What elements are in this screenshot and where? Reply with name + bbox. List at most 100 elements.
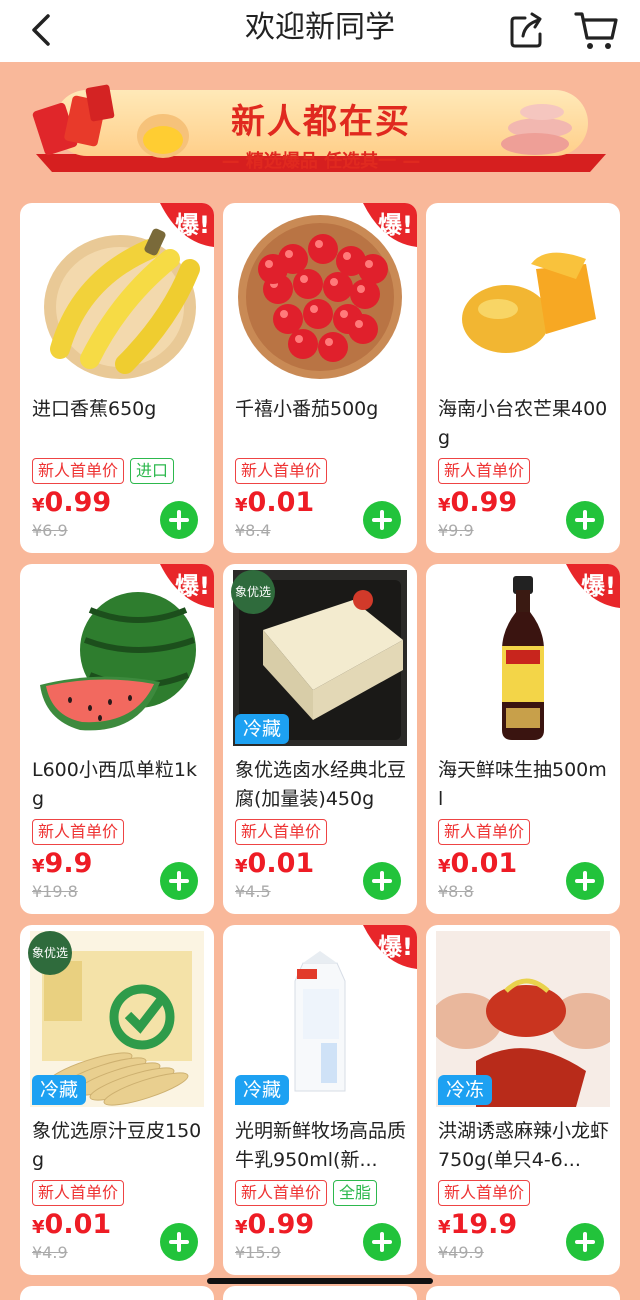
currency-symbol: ¥ bbox=[235, 495, 248, 516]
product-tags: 新人首单价 全脂 bbox=[235, 1180, 378, 1206]
price: ¥0.01 bbox=[438, 848, 517, 879]
currency-symbol: ¥ bbox=[438, 1217, 451, 1238]
product-tags: 新人首单价 bbox=[438, 458, 531, 484]
product-name[interactable]: L600小西瓜单粒1kg bbox=[32, 756, 206, 814]
product-card[interactable]: 爆! 冷藏 光明新鲜牧场高品质牛乳950ml(新... 新人首单价 全脂 ¥0.99 ¥15… bbox=[223, 925, 417, 1275]
new-user-price-tag: 新人首单价 bbox=[438, 458, 531, 484]
new-user-price-tag: 新人首单价 bbox=[235, 1180, 328, 1206]
new-user-price-tag: 新人首单价 bbox=[235, 819, 328, 845]
price-value: 0.99 bbox=[450, 487, 518, 518]
product-tags: 新人首单价 进口 bbox=[32, 458, 175, 484]
product-name[interactable]: 象优选原汁豆皮150g bbox=[32, 1117, 206, 1175]
price: ¥0.01 bbox=[235, 487, 314, 518]
product-card[interactable]: 爆! 千禧小番茄500g 新人首单价 ¥0.01 ¥8.4 bbox=[223, 203, 417, 553]
product-card[interactable]: 象优选冷藏象优选原汁豆皮150g 新人首单价 ¥0.01 ¥4.9 bbox=[20, 925, 214, 1275]
add-to-cart-button[interactable] bbox=[566, 1223, 604, 1261]
hot-badge: 爆! bbox=[150, 564, 214, 608]
new-user-price-tag: 新人首单价 bbox=[438, 1180, 531, 1206]
original-price: ¥6.9 bbox=[32, 521, 68, 540]
currency-symbol: ¥ bbox=[235, 1217, 248, 1238]
original-price: ¥9.9 bbox=[438, 521, 474, 540]
product-name[interactable]: 象优选卤水经典北豆腐(加量装)450g bbox=[235, 756, 409, 814]
hot-badge-label: 爆! bbox=[378, 933, 413, 961]
hot-badge-label: 爆! bbox=[175, 211, 210, 239]
product-tags: 新人首单价 bbox=[438, 1180, 531, 1206]
add-to-cart-button[interactable] bbox=[363, 862, 401, 900]
currency-symbol: ¥ bbox=[32, 856, 45, 877]
top-bar: 欢迎新同学 bbox=[0, 0, 640, 62]
original-price: ¥15.9 bbox=[235, 1243, 281, 1262]
product-name[interactable]: 洪湖诱惑麻辣小龙虾750g(单只4-6... bbox=[438, 1117, 612, 1175]
original-price: ¥4.5 bbox=[235, 882, 271, 901]
new-user-price-tag: 新人首单价 bbox=[32, 819, 125, 845]
next-row-card bbox=[426, 1286, 620, 1300]
attribute-tag: 全脂 bbox=[333, 1180, 378, 1206]
currency-symbol: ¥ bbox=[438, 495, 451, 516]
hot-badge: 爆! bbox=[353, 925, 417, 969]
add-to-cart-button[interactable] bbox=[566, 862, 604, 900]
new-user-price-tag: 新人首单价 bbox=[235, 458, 328, 484]
price: ¥9.9 bbox=[32, 848, 92, 879]
new-user-price-tag: 新人首单价 bbox=[32, 458, 125, 484]
currency-symbol: ¥ bbox=[438, 856, 451, 877]
product-card[interactable]: 冷冻洪湖诱惑麻辣小龙虾750g(单只4-6... 新人首单价 ¥19.9 ¥49.9 bbox=[426, 925, 620, 1275]
add-to-cart-button[interactable] bbox=[363, 501, 401, 539]
home-indicator bbox=[207, 1278, 433, 1284]
product-card[interactable]: 爆! L600小西瓜单粒1kg 新人首单价 ¥9.9 ¥19.8 bbox=[20, 564, 214, 914]
original-price: ¥19.8 bbox=[32, 882, 78, 901]
add-to-cart-button[interactable] bbox=[566, 501, 604, 539]
product-card[interactable]: 爆! 进口香蕉650g 新人首单价 进口 ¥0.99 ¥6.9 bbox=[20, 203, 214, 553]
price-value: 0.99 bbox=[44, 487, 112, 518]
new-user-price-tag: 新人首单价 bbox=[32, 1180, 125, 1206]
hot-badge: 爆! bbox=[353, 203, 417, 247]
product-tags: 新人首单价 bbox=[235, 458, 328, 484]
product-tags: 新人首单价 bbox=[32, 819, 125, 845]
price-value: 0.01 bbox=[450, 848, 518, 879]
new-user-price-tag: 新人首单价 bbox=[438, 819, 531, 845]
product-name[interactable]: 进口香蕉650g bbox=[32, 395, 206, 424]
hot-badge-label: 爆! bbox=[175, 572, 210, 600]
product-card[interactable]: 海南小台农芒果400g 新人首单价 ¥0.99 ¥9.9 bbox=[426, 203, 620, 553]
price: ¥0.99 bbox=[438, 487, 517, 518]
original-price: ¥4.9 bbox=[32, 1243, 68, 1262]
original-price: ¥49.9 bbox=[438, 1243, 484, 1262]
promo-banner[interactable] bbox=[30, 84, 612, 176]
cart-icon[interactable] bbox=[572, 6, 620, 54]
attribute-tag: 进口 bbox=[130, 458, 175, 484]
original-price: ¥8.4 bbox=[235, 521, 271, 540]
add-to-cart-button[interactable] bbox=[363, 1223, 401, 1261]
product-tags: 新人首单价 bbox=[235, 819, 328, 845]
add-to-cart-button[interactable] bbox=[160, 501, 198, 539]
currency-symbol: ¥ bbox=[235, 856, 248, 877]
product-name[interactable]: 光明新鲜牧场高品质牛乳950ml(新... bbox=[235, 1117, 409, 1175]
back-arrow-icon[interactable] bbox=[22, 10, 62, 50]
price-value: 0.01 bbox=[247, 487, 315, 518]
product-card[interactable]: 爆! 海天鲜味生抽500ml 新人首单价 ¥0.01 ¥8.8 bbox=[426, 564, 620, 914]
add-to-cart-button[interactable] bbox=[160, 862, 198, 900]
brand-badge: 象优选 bbox=[28, 931, 72, 975]
product-card[interactable]: 象优选冷藏象优选卤水经典北豆腐(加量装)450g 新人首单价 ¥0.01 ¥4.5 bbox=[223, 564, 417, 914]
add-to-cart-button[interactable] bbox=[160, 1223, 198, 1261]
price-value: 9.9 bbox=[44, 848, 93, 879]
price-value: 19.9 bbox=[450, 1209, 518, 1240]
storage-badge: 冷藏 bbox=[32, 1075, 87, 1105]
price: ¥0.01 bbox=[235, 848, 314, 879]
storage-badge: 冷冻 bbox=[438, 1075, 493, 1105]
currency-symbol: ¥ bbox=[32, 495, 45, 516]
share-icon[interactable] bbox=[505, 8, 549, 52]
hot-badge: 爆! bbox=[556, 564, 620, 608]
mangoes-image[interactable] bbox=[436, 209, 610, 385]
storage-badge: 冷藏 bbox=[235, 1075, 290, 1105]
price: ¥0.01 bbox=[32, 1209, 111, 1240]
product-tags: 新人首单价 bbox=[32, 1180, 125, 1206]
hot-badge: 爆! bbox=[150, 203, 214, 247]
hot-badge-label: 爆! bbox=[581, 572, 616, 600]
product-name[interactable]: 千禧小番茄500g bbox=[235, 395, 409, 424]
product-name[interactable]: 海南小台农芒果400g bbox=[438, 395, 612, 453]
next-row-card bbox=[223, 1286, 417, 1300]
storage-badge: 冷藏 bbox=[235, 714, 290, 744]
price-value: 0.01 bbox=[247, 848, 315, 879]
brand-badge: 象优选 bbox=[231, 570, 275, 614]
price-value: 0.01 bbox=[44, 1209, 112, 1240]
product-name[interactable]: 海天鲜味生抽500ml bbox=[438, 756, 612, 814]
